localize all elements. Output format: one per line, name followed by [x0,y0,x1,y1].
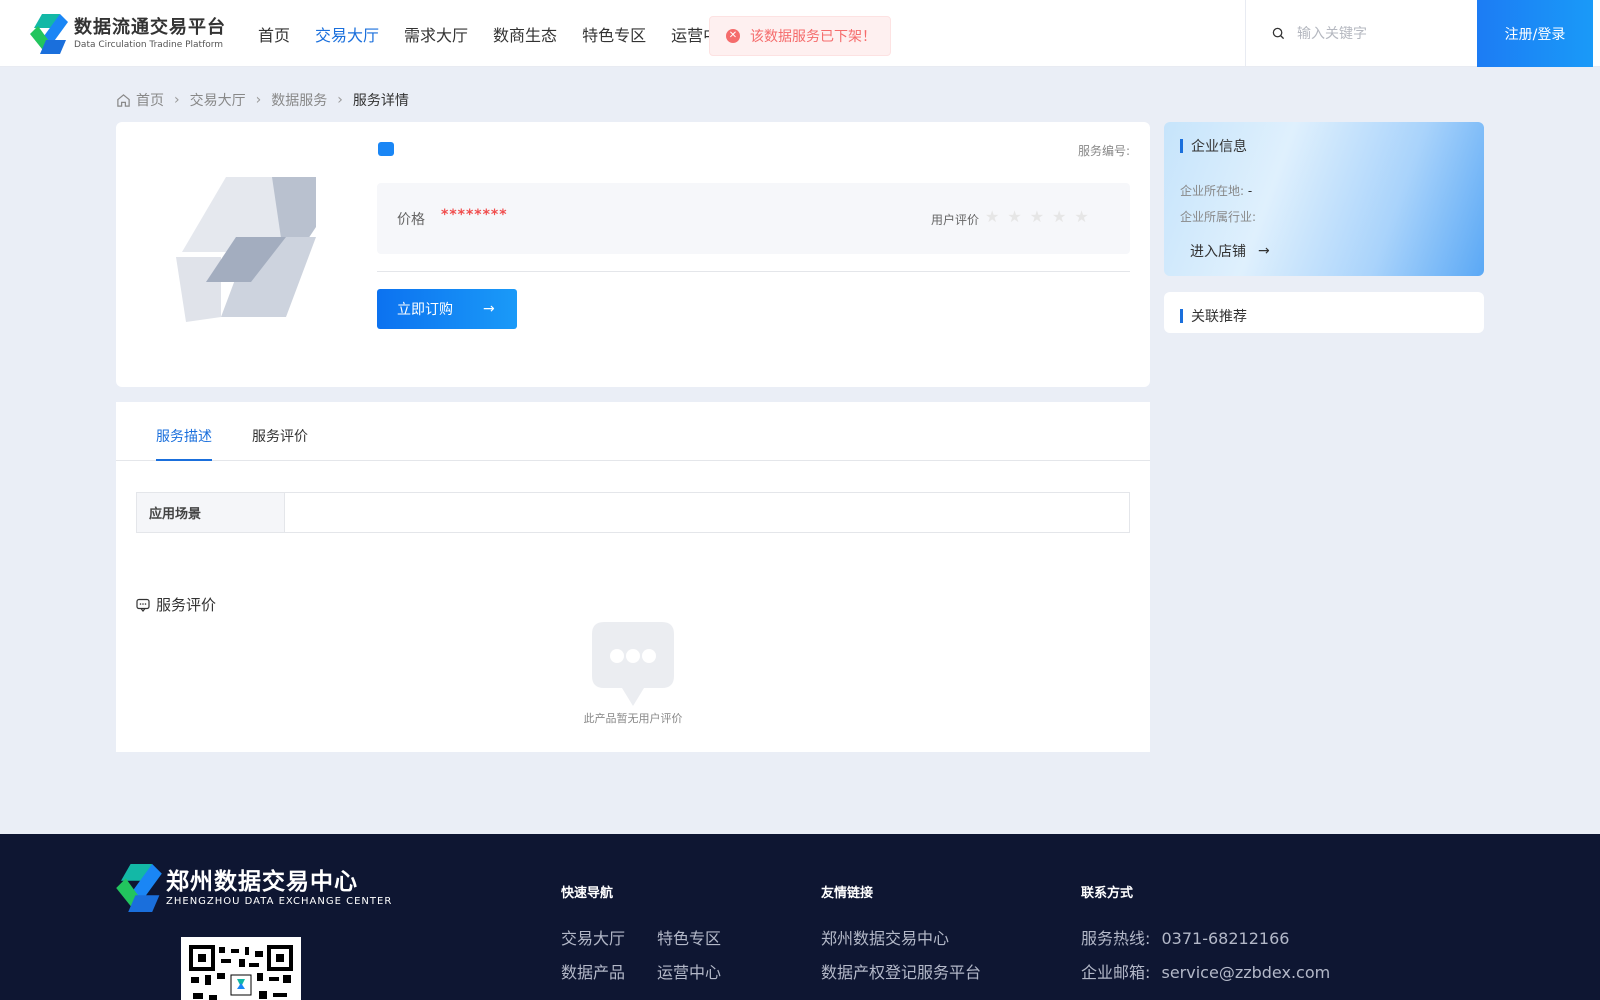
rating-label: 用户评价 [931,213,980,227]
title-accent-bar [1180,139,1183,153]
scene-label: 应用场景 [137,493,285,532]
search-input[interactable] [1297,25,1467,42]
logo-subtitle: Data Circulation Tradine Platform [74,40,224,50]
home-icon [117,93,130,107]
tab-service-reviews[interactable]: 服务评价 [252,426,308,446]
arrow-right-icon: → [483,301,495,317]
price-label: 价格 [397,212,425,228]
footer-logo-subtitle: ZHENGZHOU DATA EXCHANGE CENTER [166,896,393,907]
tab-active-indicator [156,459,212,461]
footer-logo-icon [116,864,162,912]
related-title: 关联推荐 [1180,306,1247,326]
empty-reviews-text: 此产品暂无用户评价 [583,712,683,725]
reviews-title-text: 服务评价 [156,596,217,614]
nav-featured[interactable]: 特色专区 [582,22,646,46]
price-value: ******** [441,207,508,223]
email-value[interactable]: service@zzbdex.com [1162,963,1331,982]
product-placeholder-image [176,177,316,322]
chevron-right-icon: › [255,92,262,108]
price-box: 价格 ******** 用户评价 ★ ★ ★ ★ ★ [377,183,1130,254]
company-industry: 企业所属行业: [1180,208,1256,225]
breadcrumb-home-label: 首页 [136,93,164,109]
company-location-label: 企业所在地: [1180,184,1245,198]
divider [377,271,1130,272]
breadcrumb-trading-hall[interactable]: 交易大厅 [190,90,246,110]
footer-logo: 郑州数据交易中心 ZHENGZHOU DATA EXCHANGE CENTER [116,864,392,912]
enter-shop-link[interactable]: 进入店铺 → [1190,241,1270,261]
company-info-title: 企业信息 [1180,136,1247,156]
nav-demand-hall[interactable]: 需求大厅 [404,22,468,46]
rating-stars: ★ ★ ★ ★ ★ [985,207,1097,226]
footer-link-zzbdex[interactable]: 郑州数据交易中心 [821,925,949,949]
logo-icon [30,14,68,54]
error-toast: ✕ 该数据服务已下架！ [709,16,891,56]
star-icon: ★ [1074,207,1089,226]
nav-ecosystem[interactable]: 数商生态 [493,22,557,46]
search-icon [1272,27,1285,40]
service-tag [378,142,394,156]
breadcrumb-data-service[interactable]: 数据服务 [271,90,327,110]
qr-code [181,937,301,1000]
quick-nav-title: 快速导航 [561,886,614,901]
site-footer: 郑州数据交易中心 ZHENGZHOU DATA EXCHANGE CENTER … [0,834,1600,1000]
enter-shop-label: 进入店铺 [1190,244,1246,260]
star-icon: ★ [1007,207,1022,226]
application-scene-table: 应用场景 [136,492,1130,533]
footer-link-trading-hall[interactable]: 交易大厅 [561,925,625,949]
tab-service-description[interactable]: 服务描述 [156,426,212,446]
nav-home[interactable]: 首页 [258,22,290,46]
company-info-title-text: 企业信息 [1191,139,1247,155]
toast-message: 该数据服务已下架！ [750,29,876,45]
friendly-links-title: 友情链接 [821,886,874,901]
search-box [1245,0,1477,67]
breadcrumb-current: 服务详情 [352,93,409,109]
star-icon: ★ [1052,207,1067,226]
reviews-section-title: 服务评价 [136,594,216,615]
hotline-value: 0371-68212166 [1161,929,1290,948]
contact-title: 联系方式 [1081,886,1134,901]
error-circle-icon: ✕ [726,29,740,43]
footer-link-operation-center[interactable]: 运营中心 [657,959,721,983]
comment-icon [136,598,150,612]
qr-code-icon [189,945,293,1000]
buy-now-label: 立即订购 [397,302,453,318]
product-card: 服务编号: 价格 ******** 用户评价 ★ ★ ★ ★ ★ 立即订购 → [116,122,1150,387]
footer-link-property-registration[interactable]: 数据产权登记服务平台 [821,959,981,983]
breadcrumb: 首页 › 交易大厅 › 数据服务 › 服务详情 [116,90,409,110]
footer-logo-title: 郑州数据交易中心 [166,869,358,895]
nav-trading-hall[interactable]: 交易大厅 [315,22,379,46]
related-recommendations: 关联推荐 [1164,292,1484,333]
service-number-label: 服务编号: [1077,144,1130,158]
chevron-right-icon: › [337,92,343,108]
logo-title: 数据流通交易平台 [74,17,226,38]
arrow-right-icon: → [1258,243,1270,259]
title-accent-bar [1180,309,1183,323]
buy-now-button[interactable]: 立即订购 → [377,289,517,329]
company-industry-label: 企业所属行业: [1180,210,1257,224]
company-location: 企业所在地: - [1180,182,1252,199]
empty-comment-icon [592,622,674,706]
star-icon: ★ [985,207,1000,226]
chevron-right-icon: › [174,92,180,108]
company-location-value: - [1247,184,1253,198]
email-label: 企业邮箱: [1081,963,1151,982]
email: 企业邮箱: service@zzbdex.com [1081,959,1330,983]
related-title-text: 关联推荐 [1191,309,1247,325]
hotline-label: 服务热线: [1081,929,1151,948]
tab-bar: 服务描述 服务评价 [116,402,1150,461]
footer-link-data-products[interactable]: 数据产品 [561,959,625,983]
breadcrumb-home[interactable]: 首页 [116,90,164,110]
scene-value [285,493,1129,532]
details-tabs-card: 服务描述 服务评价 应用场景 服务评价 此产品暂无用户评价 [116,402,1150,752]
star-icon: ★ [1029,207,1045,226]
footer-link-featured[interactable]: 特色专区 [657,925,721,949]
login-button[interactable]: 注册/登录 [1477,0,1593,67]
company-info-card: 企业信息 企业所在地: - 企业所属行业: 进入店铺 → [1164,122,1484,276]
platform-logo[interactable]: 数据流通交易平台 Data Circulation Tradine Platfo… [30,14,226,54]
hotline: 服务热线: 0371-68212166 [1081,925,1289,949]
